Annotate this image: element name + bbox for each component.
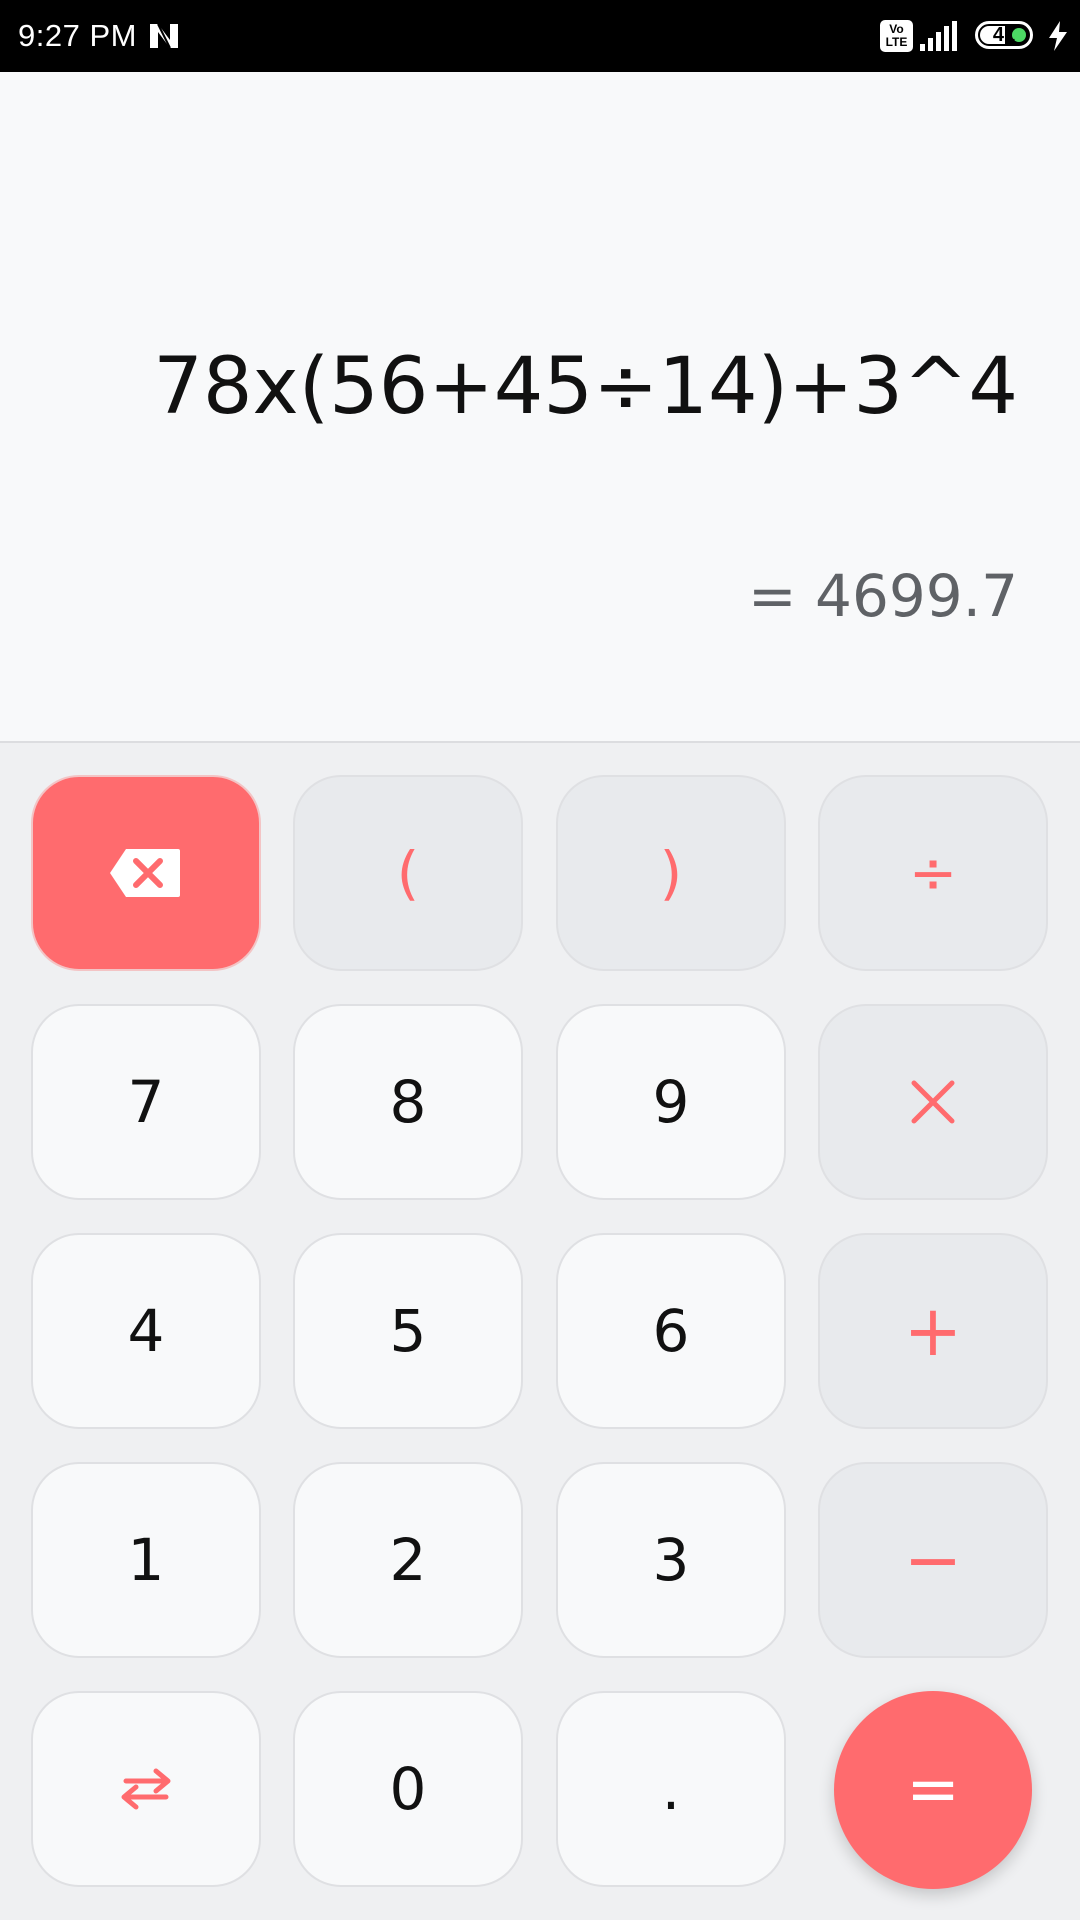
plus-label: + xyxy=(903,1290,963,1372)
digit-3-label: 3 xyxy=(652,1526,690,1594)
status-bar: 9:27 PM Vo LTE 41 xyxy=(0,0,1080,72)
expression-text[interactable]: 78x(56+45÷14)+3^4 xyxy=(153,342,1018,432)
minus-button[interactable]: − xyxy=(818,1462,1048,1658)
digit-3-button[interactable]: 3 xyxy=(556,1462,786,1658)
multiply-icon xyxy=(911,1080,955,1124)
digit-4-button[interactable]: 4 xyxy=(31,1233,261,1429)
digit-9-label: 9 xyxy=(652,1068,690,1136)
minus-label: − xyxy=(903,1519,963,1601)
n-notification-icon xyxy=(150,23,178,49)
digit-9-button[interactable]: 9 xyxy=(556,1004,786,1200)
swap-arrows-icon xyxy=(121,1768,171,1810)
open-paren-label: ( xyxy=(396,839,420,907)
divide-label: ÷ xyxy=(908,839,958,907)
backspace-button[interactable] xyxy=(31,775,261,971)
digit-1-label: 1 xyxy=(127,1526,165,1594)
status-time: 9:27 PM xyxy=(18,18,137,53)
battery-icon: 41 xyxy=(975,21,1033,49)
digit-5-button[interactable]: 5 xyxy=(293,1233,523,1429)
battery-percent: 41 xyxy=(992,24,1016,46)
digit-2-button[interactable]: 2 xyxy=(293,1462,523,1658)
equals-button[interactable]: = xyxy=(834,1691,1032,1889)
swap-button[interactable] xyxy=(31,1691,261,1887)
divide-button[interactable]: ÷ xyxy=(818,775,1048,971)
volte-icon: Vo LTE xyxy=(880,20,913,52)
digit-4-label: 4 xyxy=(127,1297,165,1365)
signal-icon xyxy=(920,21,957,51)
multiply-button[interactable] xyxy=(818,1004,1048,1200)
decimal-button[interactable]: . xyxy=(556,1691,786,1887)
backspace-icon xyxy=(110,849,180,897)
digit-0-label: 0 xyxy=(389,1755,427,1823)
equals-label: = xyxy=(906,1753,960,1827)
digit-8-label: 8 xyxy=(389,1068,427,1136)
digit-7-button[interactable]: 7 xyxy=(31,1004,261,1200)
digit-1-button[interactable]: 1 xyxy=(31,1462,261,1658)
digit-6-button[interactable]: 6 xyxy=(556,1233,786,1429)
charging-icon xyxy=(1049,21,1067,51)
close-paren-button[interactable]: ) xyxy=(556,775,786,971)
digit-2-label: 2 xyxy=(389,1526,427,1594)
close-paren-label: ) xyxy=(659,839,683,907)
digit-5-label: 5 xyxy=(389,1297,427,1365)
plus-button[interactable]: + xyxy=(818,1233,1048,1429)
digit-7-label: 7 xyxy=(127,1068,165,1136)
open-paren-button[interactable]: ( xyxy=(293,775,523,971)
result-text: = 4699.7 xyxy=(748,562,1018,630)
decimal-label: . xyxy=(661,1755,681,1823)
digit-0-button[interactable]: 0 xyxy=(293,1691,523,1887)
digit-8-button[interactable]: 8 xyxy=(293,1004,523,1200)
digit-6-label: 6 xyxy=(652,1297,690,1365)
calculator-display: 78x(56+45÷14)+3^4 = 4699.7 xyxy=(0,72,1080,743)
